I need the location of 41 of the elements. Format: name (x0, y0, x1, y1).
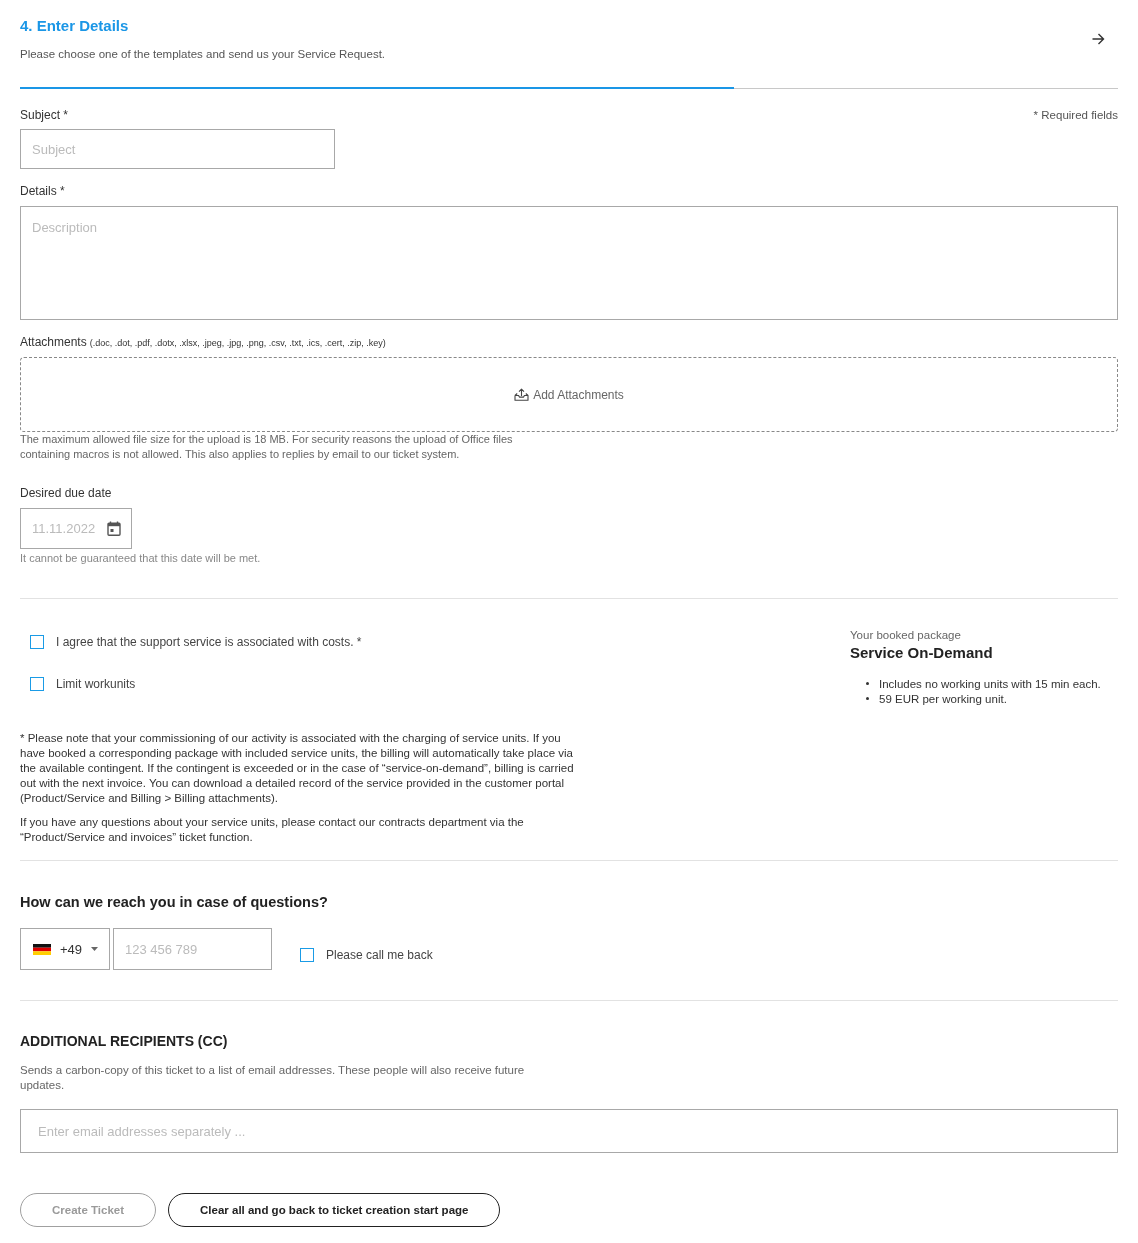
flag-icon (33, 943, 51, 955)
cc-heading: ADDITIONAL RECIPIENTS (CC) (20, 1033, 228, 1049)
subject-label: Subject * (20, 109, 69, 122)
package-caption: Your booked package (850, 628, 961, 642)
bullet-icon (866, 697, 869, 700)
checkbox[interactable] (300, 948, 314, 962)
upload-icon (514, 388, 530, 401)
package-name: Service On-Demand (850, 644, 993, 662)
description-field[interactable]: Description (20, 206, 1118, 320)
package-feature: Includes no working units with 15 min each. (879, 677, 1101, 690)
caret-icon (91, 947, 99, 951)
bullet-icon (866, 682, 869, 685)
phone-field[interactable]: 123 456 789 (113, 928, 272, 970)
details-label: Details * (20, 185, 65, 198)
step-subtitle: Please choose one of the templates and send us your Service Request. (20, 47, 386, 61)
file-types-text: (.doc, .dot, .pdf, .dotx, .xlsx, .jpeg, .jpg, .png, .csv, .txt, .ics, .cert, .zip, .key) (89, 337, 386, 350)
checkbox-label: Please call me back (326, 948, 433, 962)
checkbox[interactable] (30, 635, 44, 649)
due-date-hint: It cannot be guaranteed that this date will be met. (20, 552, 261, 565)
upload-note: The maximum allowed file size for the upload is 18 MB. For security reasons the upload of Office files containing macros is not allowed. This also applies to replies by email to our ticket system. (20, 432, 514, 462)
country-code-select[interactable]: +49 (20, 928, 110, 970)
checkbox-label: Limit workunits (56, 677, 136, 691)
attachment-drop-zone[interactable]: Add Attachments (20, 357, 1118, 432)
attachments-label: Attachments (20, 336, 87, 349)
calendar-icon[interactable] (107, 521, 121, 536)
checkbox-label: I agree that the support service is associated with costs. * (56, 635, 362, 649)
date-field[interactable]: 11.11.2022 (20, 508, 132, 549)
email-field[interactable]: Enter email addresses separately ... (20, 1109, 1118, 1153)
required-fields-note: * Required fields (1033, 109, 1118, 122)
billing-note: * Please note that your commissioning of our activity is associated with the charging of service units. If you have booked a corresponding package with included service units, the billing will automatically take place via the available contingent. If the contingent is exceeded or in the case of “service-on-demand”, billing is carried out with the next invoice. You can download a detailed record of the service provided in the customer portal (Product/Service and Billing > Billing attachments). (20, 731, 575, 806)
cc-description: Sends a carbon-copy of this ticket to a list of email addresses. These people will also receive future updates. (20, 1063, 526, 1093)
contact-heading: How can we reach you in case of questions? (20, 893, 328, 911)
arrow-right-icon[interactable] (1092, 33, 1105, 45)
billing-note: If you have any questions about your service units, please contact our contracts department via the “Product/Service and invoices” ticket function. (20, 815, 525, 845)
due-date-label: Desired due date (20, 487, 112, 500)
package-feature: 59 EUR per working unit. (879, 692, 1007, 705)
subject-field[interactable]: Subject (20, 129, 335, 169)
clear-button[interactable]: Clear all and go back to ticket creation start page (168, 1193, 501, 1227)
step-title: 4. Enter Details (20, 17, 129, 35)
add-attachments-button[interactable]: Add Attachments (514, 387, 624, 402)
checkbox[interactable] (30, 677, 44, 691)
